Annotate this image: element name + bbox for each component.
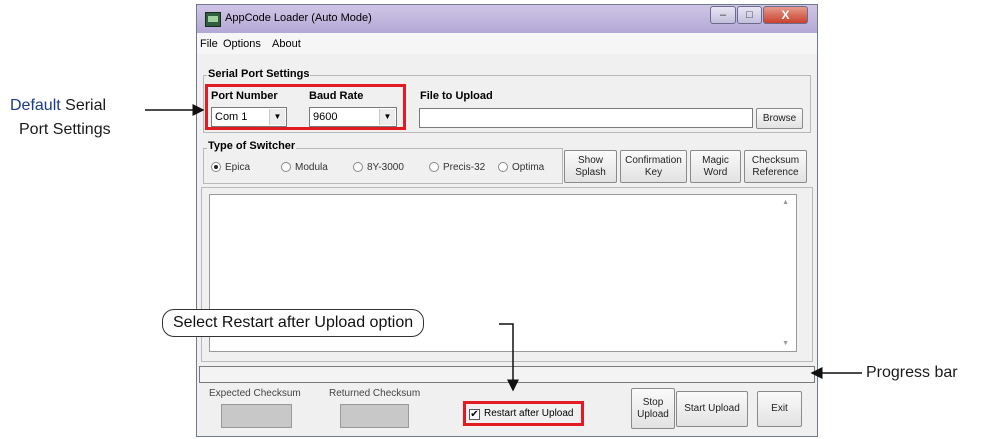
restart-callout-arrow xyxy=(499,323,519,392)
annotation-arrows xyxy=(145,104,862,392)
